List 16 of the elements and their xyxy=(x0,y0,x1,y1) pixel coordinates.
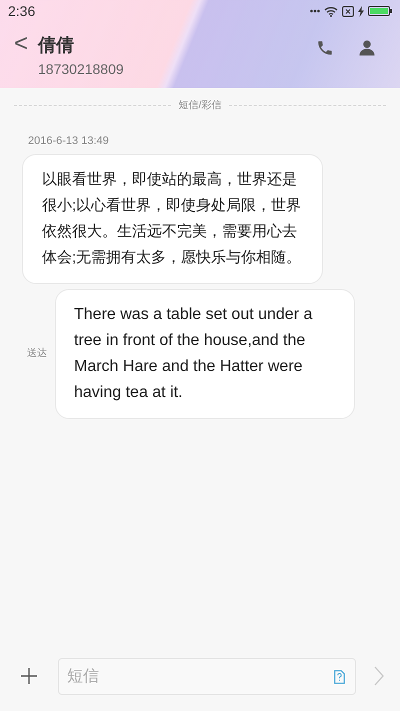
message-timestamp: 2016-6-13 13:49 xyxy=(28,134,110,149)
no-sim-icon xyxy=(342,6,354,16)
message-bubble: 以眼看世界，即使站的最高，世界还是很小;以心看世界，即使身处局限，世界依然很大。生活远不完美，需要用心去体会;无需拥有太多，愿快乐与你相随。 xyxy=(22,154,323,284)
phone-number: 18730218809 xyxy=(38,60,124,79)
message-bubble: There was a table set out under a tree in front of the house,and the March Hare and the Hatter were having tea at it. xyxy=(55,288,355,418)
contact-name: 倩倩 xyxy=(38,34,76,57)
charging-icon xyxy=(358,6,364,16)
channel-label: 短信/彩信 xyxy=(178,99,222,113)
message-field[interactable]: 短信 xyxy=(58,658,356,695)
more-icon xyxy=(310,9,320,13)
back-button[interactable]: < xyxy=(0,32,38,56)
delivery-status: 送达 xyxy=(26,346,48,361)
status-time: 2:36 xyxy=(8,2,36,20)
sim-card-icon[interactable] xyxy=(334,670,345,684)
wifi-icon xyxy=(324,6,338,16)
battery-icon xyxy=(368,6,392,16)
